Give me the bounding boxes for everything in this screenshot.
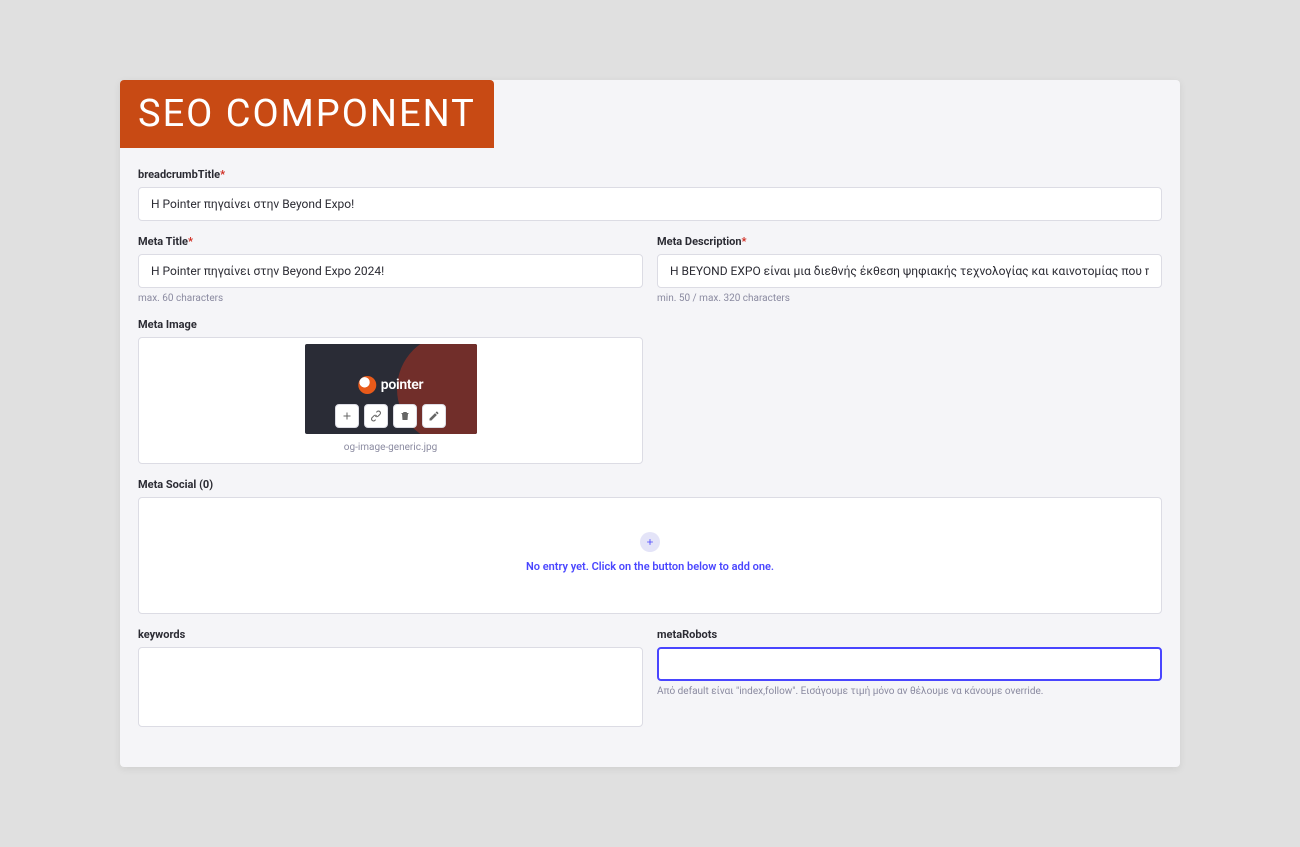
required-marker: * xyxy=(188,235,193,248)
label-meta-social: Meta Social (0) xyxy=(138,478,1162,491)
label-breadcrumb: breadcrumbTitle* xyxy=(138,168,1162,181)
image-preview: pointer xyxy=(305,344,477,434)
logo-text: pointer xyxy=(381,377,423,393)
card-title: SEO COMPONENT xyxy=(138,92,476,136)
add-social-button[interactable] xyxy=(640,532,660,552)
required-marker: * xyxy=(220,168,225,181)
input-breadcrumb[interactable] xyxy=(138,187,1162,221)
label-meta-robots: metaRobots xyxy=(657,628,1162,641)
hint-meta-robots: Από default είναι "index,follow". Εισάγο… xyxy=(657,686,1162,697)
image-filename: og-image-generic.jpg xyxy=(344,442,437,453)
label-meta-title: Meta Title* xyxy=(138,235,643,248)
plus-icon xyxy=(645,537,655,547)
seo-component-card: SEO COMPONENT breadcrumbTitle* Meta Titl… xyxy=(120,80,1180,767)
input-meta-description[interactable] xyxy=(657,254,1162,288)
image-actions xyxy=(335,404,446,428)
link-image-button[interactable] xyxy=(364,404,388,428)
input-meta-title[interactable] xyxy=(138,254,643,288)
plus-icon xyxy=(341,410,353,422)
label-meta-image: Meta Image xyxy=(138,318,643,331)
hint-meta-title: max. 60 characters xyxy=(138,293,643,304)
field-meta-social: Meta Social (0) No entry yet. Click on t… xyxy=(138,478,1162,614)
field-meta-description: Meta Description* min. 50 / max. 320 cha… xyxy=(657,235,1162,304)
field-meta-title: Meta Title* max. 60 characters xyxy=(138,235,643,304)
field-meta-robots: metaRobots Από default είναι "index,foll… xyxy=(657,628,1162,697)
hint-meta-description: min. 50 / max. 320 characters xyxy=(657,293,1162,304)
image-logo: pointer xyxy=(358,376,423,394)
card-header: SEO COMPONENT xyxy=(120,80,494,148)
input-keywords[interactable] xyxy=(138,647,643,727)
trash-icon xyxy=(399,410,411,422)
label-keywords: keywords xyxy=(138,628,643,641)
link-icon xyxy=(370,410,382,422)
label-meta-description: Meta Description* xyxy=(657,235,1162,248)
required-marker: * xyxy=(742,235,747,248)
pencil-icon xyxy=(428,410,440,422)
empty-message: No entry yet. Click on the button below … xyxy=(526,560,774,573)
field-meta-image: Meta Image pointer xyxy=(138,318,643,464)
form-body: breadcrumbTitle* Meta Title* max. 60 cha… xyxy=(120,148,1180,767)
image-upload-box: pointer xyxy=(138,337,643,464)
add-image-button[interactable] xyxy=(335,404,359,428)
delete-image-button[interactable] xyxy=(393,404,417,428)
field-breadcrumb: breadcrumbTitle* xyxy=(138,168,1162,221)
field-keywords: keywords xyxy=(138,628,643,731)
input-meta-robots[interactable] xyxy=(657,647,1162,681)
logo-mark-icon xyxy=(358,376,376,394)
edit-image-button[interactable] xyxy=(422,404,446,428)
meta-social-box: No entry yet. Click on the button below … xyxy=(138,497,1162,614)
